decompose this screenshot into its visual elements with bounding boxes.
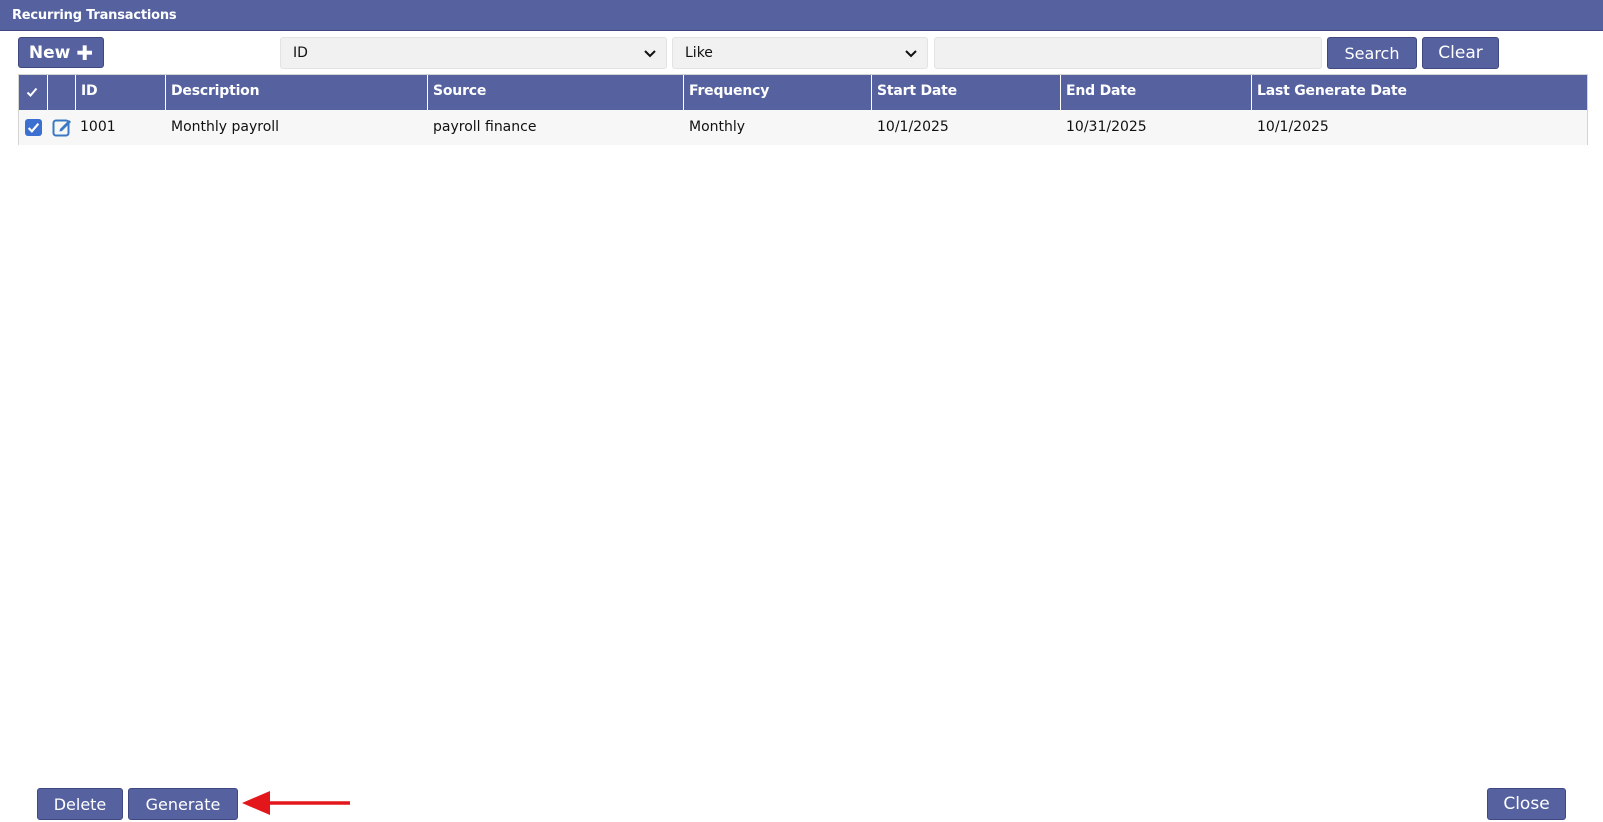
generate-button[interactable]: Generate (128, 788, 238, 820)
cell-start-date: 10/1/2025 (877, 119, 949, 135)
red-arrow-icon (242, 791, 350, 815)
column-header-start-date[interactable]: Start Date (871, 75, 1060, 110)
row-checkbox[interactable] (25, 119, 42, 136)
column-header-last-generate-date[interactable]: Last Generate Date (1251, 75, 1587, 110)
search-operator-select-value: Like (685, 45, 713, 61)
clear-button[interactable]: Clear (1422, 37, 1499, 69)
column-header-frequency[interactable]: Frequency (683, 75, 871, 110)
checkmark-icon (26, 87, 38, 97)
search-field-select[interactable]: ID (280, 37, 667, 69)
checkmark-icon (27, 123, 40, 133)
chevron-down-icon (905, 50, 917, 58)
cell-source: payroll finance (433, 119, 537, 135)
search-field-select-value: ID (293, 45, 308, 61)
window-title: Recurring Transactions (0, 0, 1603, 31)
select-all-checkbox[interactable] (19, 75, 47, 110)
new-button[interactable]: New ✚ (18, 37, 104, 68)
search-operator-select[interactable]: Like (672, 37, 928, 69)
table-row[interactable]: 1001 Monthly payroll payroll finance Mon… (19, 110, 1587, 145)
chevron-down-icon (644, 50, 656, 58)
column-header-description[interactable]: Description (165, 75, 427, 110)
grid-header: ID Description Source Frequency Start Da… (19, 75, 1587, 110)
cell-frequency: Monthly (689, 119, 746, 135)
transactions-grid: ID Description Source Frequency Start Da… (18, 74, 1588, 145)
cell-description: Monthly payroll (171, 119, 280, 135)
column-header-source[interactable]: Source (427, 75, 683, 110)
column-header-end-date[interactable]: End Date (1060, 75, 1251, 110)
new-button-label: New (28, 42, 71, 63)
cell-last-generate-date: 10/1/2025 (1257, 119, 1329, 135)
column-header-id[interactable]: ID (75, 75, 165, 110)
delete-button[interactable]: Delete (37, 788, 123, 820)
close-button[interactable]: Close (1487, 788, 1566, 820)
search-input[interactable] (934, 37, 1322, 69)
cell-id: 1001 (80, 119, 116, 135)
edit-column-header (47, 75, 75, 110)
cell-end-date: 10/31/2025 (1066, 119, 1147, 135)
edit-icon[interactable] (51, 116, 73, 138)
search-button[interactable]: Search (1327, 37, 1417, 69)
plus-icon: ✚ (76, 41, 94, 65)
